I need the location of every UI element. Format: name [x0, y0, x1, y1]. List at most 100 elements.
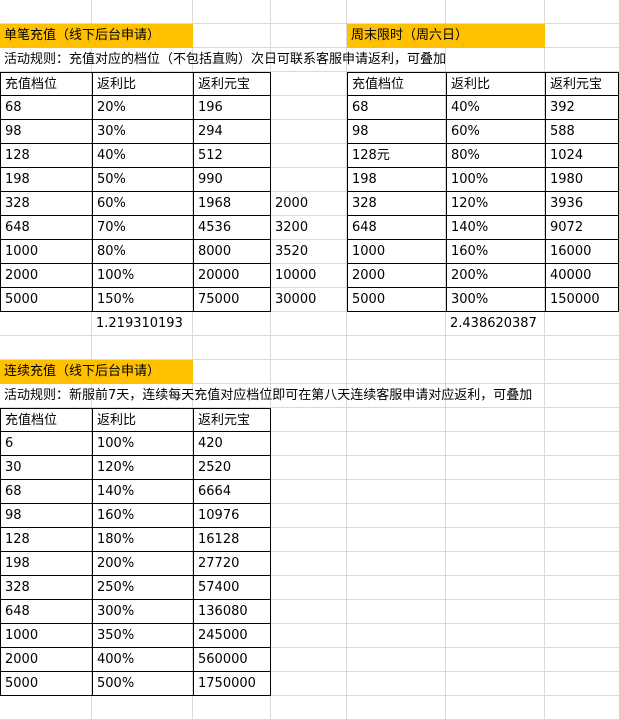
table-cell[interactable]: 10976	[193, 504, 271, 528]
table-cell[interactable]: 27720	[193, 552, 271, 576]
table-cell[interactable]: 245000	[193, 624, 271, 648]
table-cell[interactable]: 50%	[92, 168, 193, 192]
table-cell[interactable]: 8000	[193, 240, 271, 264]
table-cell[interactable]: 20%	[92, 96, 193, 120]
table-cell[interactable]: 80%	[92, 240, 193, 264]
table-cell[interactable]: 160%	[446, 240, 545, 264]
table-cell[interactable]: 160%	[92, 504, 193, 528]
table-cell[interactable]: 198	[0, 552, 92, 576]
table-cell[interactable]: 3936	[545, 192, 619, 216]
table-cell[interactable]: 57400	[193, 576, 271, 600]
table-cell[interactable]: 1000	[0, 240, 92, 264]
table-cell[interactable]: 140%	[446, 216, 545, 240]
table-cell[interactable]: 1968	[193, 192, 271, 216]
table-cell[interactable]: 6	[0, 432, 92, 456]
table-cell[interactable]: 250%	[92, 576, 193, 600]
table-cell[interactable]: 16000	[545, 240, 619, 264]
table-cell[interactable]: 120%	[92, 456, 193, 480]
table-cell[interactable]: 4536	[193, 216, 271, 240]
table-cell[interactable]: 68	[347, 96, 446, 120]
table-cell[interactable]: 30	[0, 456, 92, 480]
extra-value-cell[interactable]: 3200	[271, 216, 347, 240]
table-cell[interactable]: 140%	[92, 480, 193, 504]
table-cell[interactable]: 9072	[545, 216, 619, 240]
table-cell[interactable]: 128元	[347, 144, 446, 168]
spreadsheet-grid[interactable]: 单笔充值（线下后台申请） 活动规则：充值对应的档位（不包括直购）次日可联系客服申请…	[0, 0, 619, 720]
table-cell[interactable]: 588	[545, 120, 619, 144]
table-cell[interactable]: 100%	[92, 432, 193, 456]
table-cell[interactable]: 2000	[0, 264, 92, 288]
table-header-cell[interactable]: 返利元宝	[545, 72, 619, 96]
ratio-value[interactable]: 2.438620387	[446, 312, 545, 336]
table-cell[interactable]: 328	[347, 192, 446, 216]
table-cell[interactable]: 294	[193, 120, 271, 144]
table-header-cell[interactable]: 充值档位	[0, 72, 92, 96]
table-cell[interactable]: 40%	[92, 144, 193, 168]
table-cell[interactable]: 100%	[92, 264, 193, 288]
table-cell[interactable]: 400%	[92, 648, 193, 672]
table-cell[interactable]: 75000	[193, 288, 271, 312]
table-cell[interactable]: 136080	[193, 600, 271, 624]
table-cell[interactable]: 150000	[545, 288, 619, 312]
table-header-cell[interactable]: 返利比	[446, 72, 545, 96]
table-cell[interactable]: 420	[193, 432, 271, 456]
rule-text-continuous-recharge[interactable]: 活动规则：新服前7天，连续每天充值对应档位即可在第八天连续客服申请对应返利，可叠…	[0, 384, 545, 408]
table-cell[interactable]: 98	[0, 120, 92, 144]
extra-value-cell[interactable]: 30000	[271, 288, 347, 312]
table-cell[interactable]: 1980	[545, 168, 619, 192]
table-cell[interactable]: 648	[0, 600, 92, 624]
table-cell[interactable]: 200%	[92, 552, 193, 576]
ratio-value[interactable]: 1.219310193	[92, 312, 193, 336]
table-cell[interactable]: 5000	[0, 288, 92, 312]
table-cell[interactable]: 20000	[193, 264, 271, 288]
table-cell[interactable]: 40%	[446, 96, 545, 120]
section-title-weekend[interactable]: 周末限时（周六日）	[347, 24, 545, 48]
table-cell[interactable]: 300%	[446, 288, 545, 312]
table-cell[interactable]: 16128	[193, 528, 271, 552]
table-header-cell[interactable]: 返利比	[92, 408, 193, 432]
table-cell[interactable]: 300%	[92, 600, 193, 624]
table-cell[interactable]: 392	[545, 96, 619, 120]
extra-value-cell[interactable]: 10000	[271, 264, 347, 288]
table-header-cell[interactable]: 返利元宝	[193, 408, 271, 432]
table-cell[interactable]: 68	[0, 480, 92, 504]
table-cell[interactable]: 68	[0, 96, 92, 120]
table-cell[interactable]: 60%	[446, 120, 545, 144]
table-cell[interactable]: 198	[0, 168, 92, 192]
table-header-cell[interactable]: 充值档位	[0, 408, 92, 432]
table-cell[interactable]: 512	[193, 144, 271, 168]
table-cell[interactable]: 100%	[446, 168, 545, 192]
table-header-cell[interactable]: 充值档位	[347, 72, 446, 96]
table-cell[interactable]: 70%	[92, 216, 193, 240]
table-cell[interactable]: 150%	[92, 288, 193, 312]
table-cell[interactable]: 5000	[347, 288, 446, 312]
table-cell[interactable]: 120%	[446, 192, 545, 216]
table-cell[interactable]: 200%	[446, 264, 545, 288]
table-header-cell[interactable]: 返利比	[92, 72, 193, 96]
table-cell[interactable]: 328	[0, 576, 92, 600]
extra-value-cell[interactable]: 2000	[271, 192, 347, 216]
table-cell[interactable]: 5000	[0, 672, 92, 696]
rule-text-single-recharge[interactable]: 活动规则：充值对应的档位（不包括直购）次日可联系客服申请返利，可叠加	[0, 48, 446, 72]
section-title-continuous-recharge[interactable]: 连续充值（线下后台申请）	[0, 360, 193, 384]
table-cell[interactable]: 196	[193, 96, 271, 120]
extra-value-cell[interactable]: 3520	[271, 240, 347, 264]
table-cell[interactable]: 648	[0, 216, 92, 240]
table-cell[interactable]: 560000	[193, 648, 271, 672]
table-cell[interactable]: 500%	[92, 672, 193, 696]
table-cell[interactable]: 1000	[0, 624, 92, 648]
table-cell[interactable]: 98	[0, 504, 92, 528]
table-cell[interactable]: 60%	[92, 192, 193, 216]
table-cell[interactable]: 40000	[545, 264, 619, 288]
table-cell[interactable]: 128	[0, 528, 92, 552]
table-cell[interactable]: 80%	[446, 144, 545, 168]
table-cell[interactable]: 2000	[347, 264, 446, 288]
table-cell[interactable]: 30%	[92, 120, 193, 144]
table-cell[interactable]: 98	[347, 120, 446, 144]
section-title-single-recharge[interactable]: 单笔充值（线下后台申请）	[0, 24, 193, 48]
table-cell[interactable]: 6664	[193, 480, 271, 504]
table-cell[interactable]: 198	[347, 168, 446, 192]
table-cell[interactable]: 328	[0, 192, 92, 216]
table-cell[interactable]: 350%	[92, 624, 193, 648]
table-cell[interactable]: 648	[347, 216, 446, 240]
